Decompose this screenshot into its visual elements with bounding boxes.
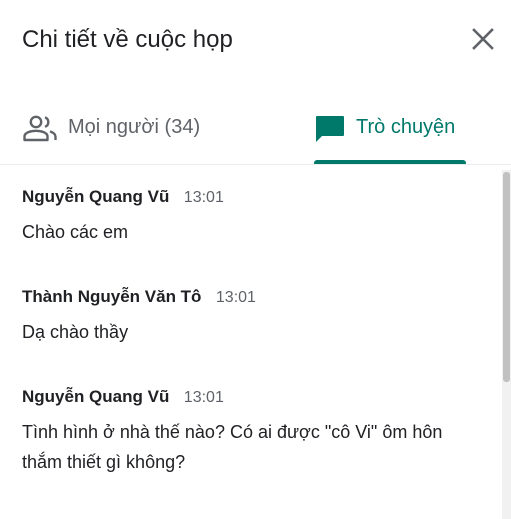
tab-people-label: Mọi người (34): [68, 116, 201, 138]
panel-header: Chi tiết về cuộc họp: [0, 0, 511, 84]
message-sender: Nguyễn Quang Vũ: [22, 187, 170, 206]
active-tab-indicator: [314, 160, 466, 164]
tab-chat-label: Trò chuyện: [356, 116, 456, 138]
message-time: 13:01: [183, 189, 224, 206]
chat-message: Nguyễn Quang Vũ 13:01 Tình hình ở nhà th…: [22, 387, 482, 477]
tab-people[interactable]: Mọi người (34): [22, 96, 252, 164]
scrollbar-thumb[interactable]: [503, 172, 510, 382]
meeting-details-panel: Chi tiết về cuộc họp Mọi người (34) Trò …: [0, 0, 511, 519]
message-text: Chào các em: [22, 222, 129, 242]
chat-message: Nguyễn Quang Vũ 13:01 Chào các em: [22, 187, 482, 247]
panel-title: Chi tiết về cuộc họp: [22, 26, 233, 53]
chat-message-list: Nguyễn Quang Vũ 13:01 Chào các em Thành …: [0, 165, 500, 519]
people-icon: [22, 114, 58, 147]
message-text: Tình hình ở nhà thế nào? Có ai được "cô …: [22, 422, 443, 472]
scrollbar[interactable]: [502, 170, 511, 519]
message-time: 13:01: [183, 389, 224, 406]
tab-chat[interactable]: Trò chuyện: [314, 96, 466, 164]
close-button[interactable]: [466, 24, 500, 58]
chat-message: Thành Nguyễn Văn Tô 13:01 Dạ chào thầy: [22, 287, 482, 347]
message-sender: Thành Nguyễn Văn Tô: [22, 287, 202, 306]
message-time: 13:01: [215, 289, 256, 306]
close-icon: [472, 27, 494, 55]
message-sender: Nguyễn Quang Vũ: [22, 387, 170, 406]
tab-bar: Mọi người (34) Trò chuyện: [0, 96, 511, 165]
message-text: Dạ chào thầy: [22, 322, 129, 342]
chat-icon: [314, 114, 346, 149]
